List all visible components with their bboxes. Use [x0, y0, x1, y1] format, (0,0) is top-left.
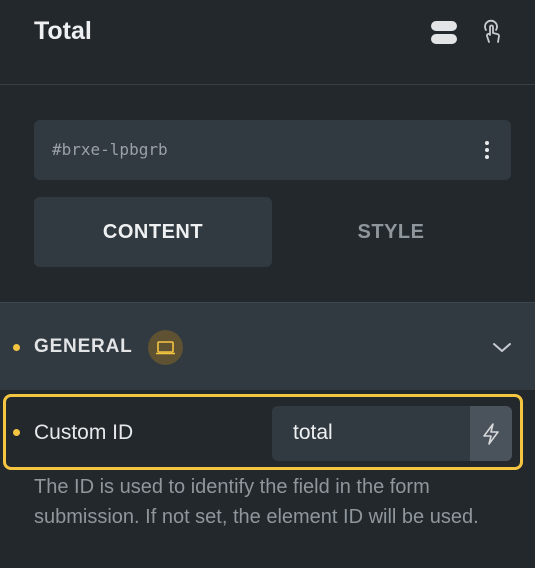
breakpoint-badge: [148, 330, 183, 365]
chevron-down-icon[interactable]: [491, 339, 513, 355]
panel-header: Total: [0, 0, 535, 85]
custom-id-input[interactable]: total: [272, 406, 512, 461]
field-help-text: The ID is used to identify the field in …: [34, 476, 479, 528]
section-title: GENERAL: [34, 336, 133, 357]
panel-title: Total: [34, 17, 92, 45]
element-id-field[interactable]: #brxe-lpbgrb: [34, 120, 511, 180]
tab-style[interactable]: STYLE: [272, 197, 510, 267]
laptop-icon: [156, 341, 175, 355]
custom-id-value[interactable]: total: [293, 421, 333, 445]
tab-content[interactable]: CONTENT: [34, 197, 272, 267]
custom-id-row: Custom ID total: [3, 394, 523, 470]
pointer-icon[interactable]: [477, 18, 505, 46]
element-id-text: #brxe-lpbgrb: [52, 140, 168, 159]
more-options-icon[interactable]: [477, 138, 497, 162]
lightning-icon: [483, 422, 499, 445]
changed-indicator-dot: [13, 429, 20, 436]
dynamic-data-button[interactable]: [470, 406, 512, 461]
custom-id-label: Custom ID: [34, 421, 134, 444]
section-general[interactable]: GENERAL: [0, 302, 535, 390]
changed-indicator-dot: [13, 344, 20, 351]
layers-icon[interactable]: [430, 18, 458, 46]
